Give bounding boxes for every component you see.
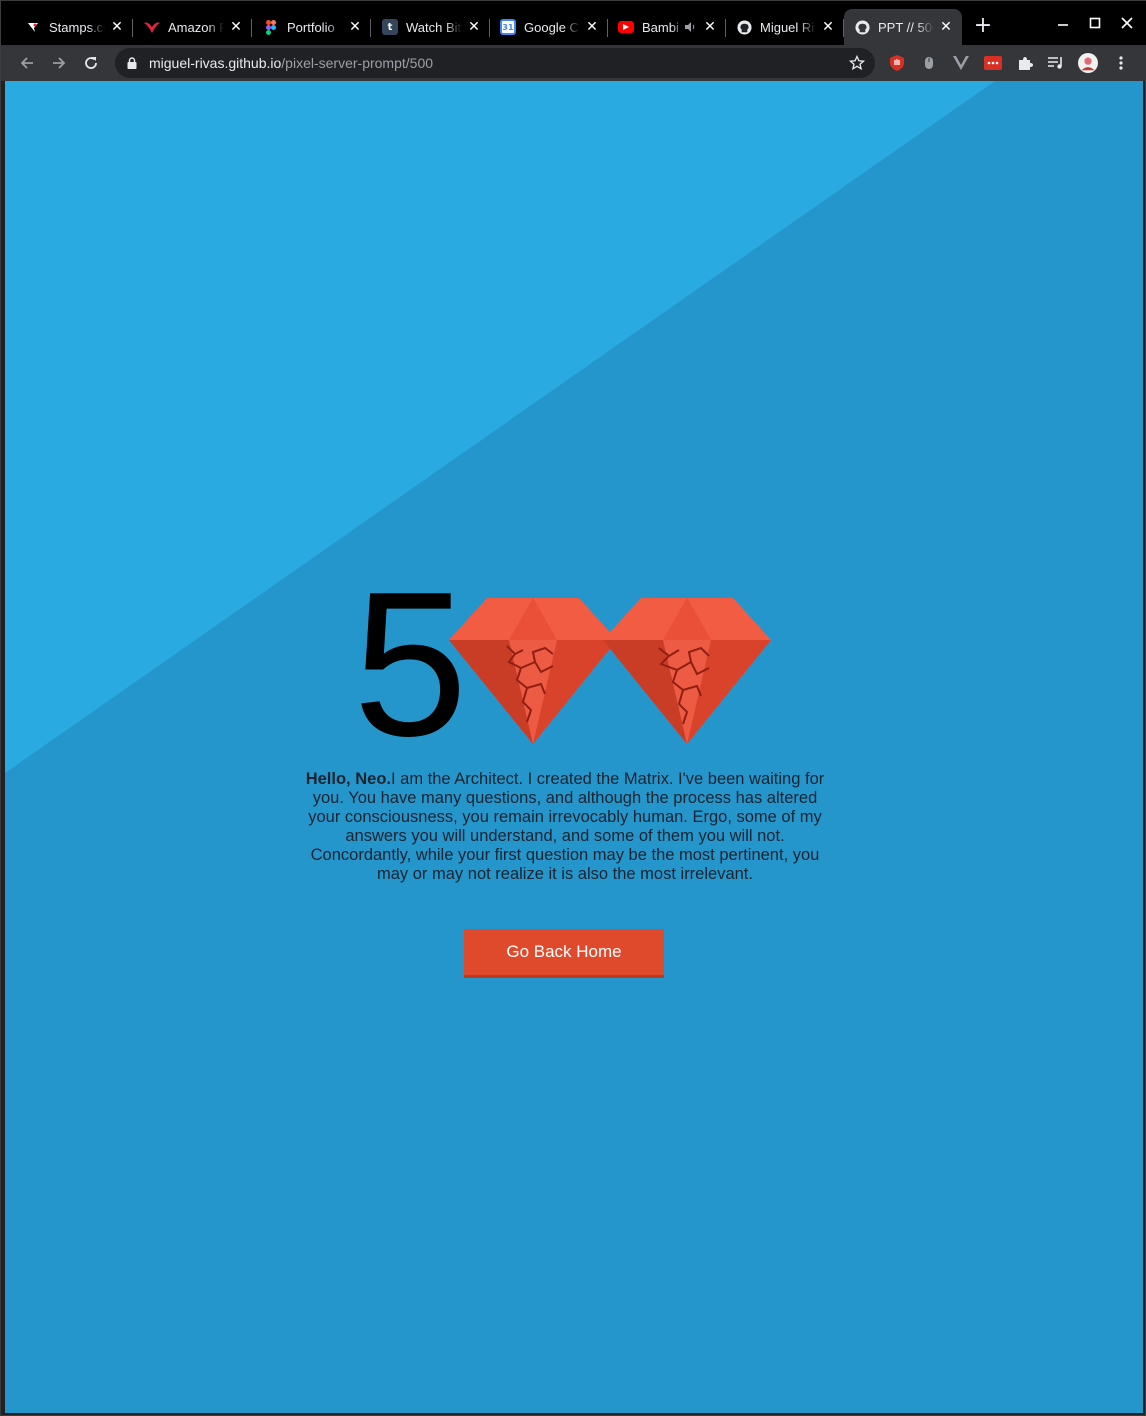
extensions-puzzle-icon[interactable]: [1015, 53, 1035, 73]
tab-separator: [251, 19, 252, 37]
page-viewport: 5 Hello, Neo.I am the Architect. I creat…: [5, 81, 1143, 1413]
reload-button[interactable]: [77, 49, 105, 77]
tab-title: Stamps.com: [49, 19, 105, 35]
tab-stamps[interactable]: Stamps.com ✕: [15, 9, 133, 45]
media-control-icon[interactable]: [1046, 53, 1066, 73]
tab-separator: [370, 19, 371, 37]
close-icon[interactable]: ✕: [702, 19, 718, 35]
browser-toolbar: miguel-rivas.github.io/pixel-server-prom…: [1, 45, 1146, 81]
close-icon[interactable]: ✕: [820, 19, 836, 35]
cracked-gem-icon: [603, 598, 771, 744]
vuejs-devtools-icon[interactable]: [951, 53, 971, 73]
tab-title: Google Calendar: [524, 19, 580, 35]
amazon-icon: [144, 19, 160, 35]
bookmark-star-icon[interactable]: [848, 54, 866, 71]
tab-youtube[interactable]: Bambi ✕: [608, 9, 726, 45]
url-host: miguel-rivas.github.io: [149, 55, 282, 71]
cracked-gem-icon: [449, 598, 617, 744]
arrow-left-icon: [20, 57, 33, 69]
close-icon[interactable]: ✕: [228, 19, 244, 35]
close-window-button[interactable]: [1112, 11, 1142, 35]
tumblr-icon: t: [382, 19, 398, 35]
tab-title: PPT // 500: [878, 19, 934, 35]
tab-title: Portfolio: [287, 19, 335, 35]
close-icon[interactable]: ✕: [109, 19, 125, 35]
close-icon[interactable]: ✕: [584, 19, 600, 35]
adblock-extension-icon[interactable]: [887, 53, 907, 73]
tab-title: Bambi: [642, 19, 679, 35]
tab-title: Watch Bit: [406, 19, 462, 35]
browser-window: Stamps.com ✕ Amazon Prime ✕ Portfolio ✕ …: [0, 0, 1146, 1416]
mouse-extension-icon[interactable]: [919, 53, 939, 73]
stamps-icon: [25, 19, 41, 35]
close-icon[interactable]: ✕: [347, 19, 363, 35]
close-icon[interactable]: ✕: [466, 19, 482, 35]
tab-google-calendar[interactable]: 31 Google Calendar ✕: [490, 9, 608, 45]
diagonal-background: [5, 81, 1143, 1413]
figma-icon: [263, 19, 279, 35]
tab-ppt-500[interactable]: PPT // 500 ✕: [844, 9, 962, 45]
reload-icon: [85, 57, 97, 69]
close-icon[interactable]: ✕: [938, 19, 954, 35]
greeting: Hello, Neo.: [305, 770, 391, 788]
arrow-right-icon: [53, 57, 66, 69]
menu-kebab-icon[interactable]: [1111, 53, 1131, 73]
forward-button[interactable]: [45, 49, 73, 77]
architect-message: Hello, Neo.I am the Architect. I created…: [298, 770, 832, 884]
profile-avatar[interactable]: [1078, 53, 1098, 73]
tab-separator: [132, 19, 133, 37]
tab-title: Miguel Rivas: [760, 19, 816, 35]
url-text: miguel-rivas.github.io/pixel-server-prom…: [149, 55, 433, 71]
calendar-icon: 31: [500, 19, 516, 35]
maximize-button[interactable]: [1080, 11, 1110, 35]
tab-miguel-rivas[interactable]: Miguel Rivas ✕: [726, 9, 844, 45]
back-button[interactable]: [13, 49, 41, 77]
tab-strip: Stamps.com ✕ Amazon Prime ✕ Portfolio ✕ …: [1, 1, 1146, 45]
url-path: /pixel-server-prompt/500: [281, 55, 434, 71]
github-icon: [736, 19, 752, 35]
red-dots-extension-icon[interactable]: [983, 53, 1003, 73]
tab-portfolio[interactable]: Portfolio ✕: [253, 9, 371, 45]
youtube-icon: [618, 21, 634, 33]
github-icon: [854, 19, 870, 35]
go-back-home-button[interactable]: Go Back Home: [464, 929, 664, 978]
tab-amazon[interactable]: Amazon Prime ✕: [134, 9, 252, 45]
lock-icon[interactable]: [125, 56, 139, 70]
tab-title: Amazon Prime: [168, 19, 224, 35]
new-tab-button[interactable]: +: [971, 15, 995, 39]
tab-watch[interactable]: t Watch Bit ✕: [372, 9, 490, 45]
speaker-icon[interactable]: [684, 20, 698, 34]
address-bar[interactable]: miguel-rivas.github.io/pixel-server-prom…: [115, 48, 875, 78]
minimize-button[interactable]: [1048, 11, 1078, 35]
error-digit-five: 5: [353, 549, 468, 779]
